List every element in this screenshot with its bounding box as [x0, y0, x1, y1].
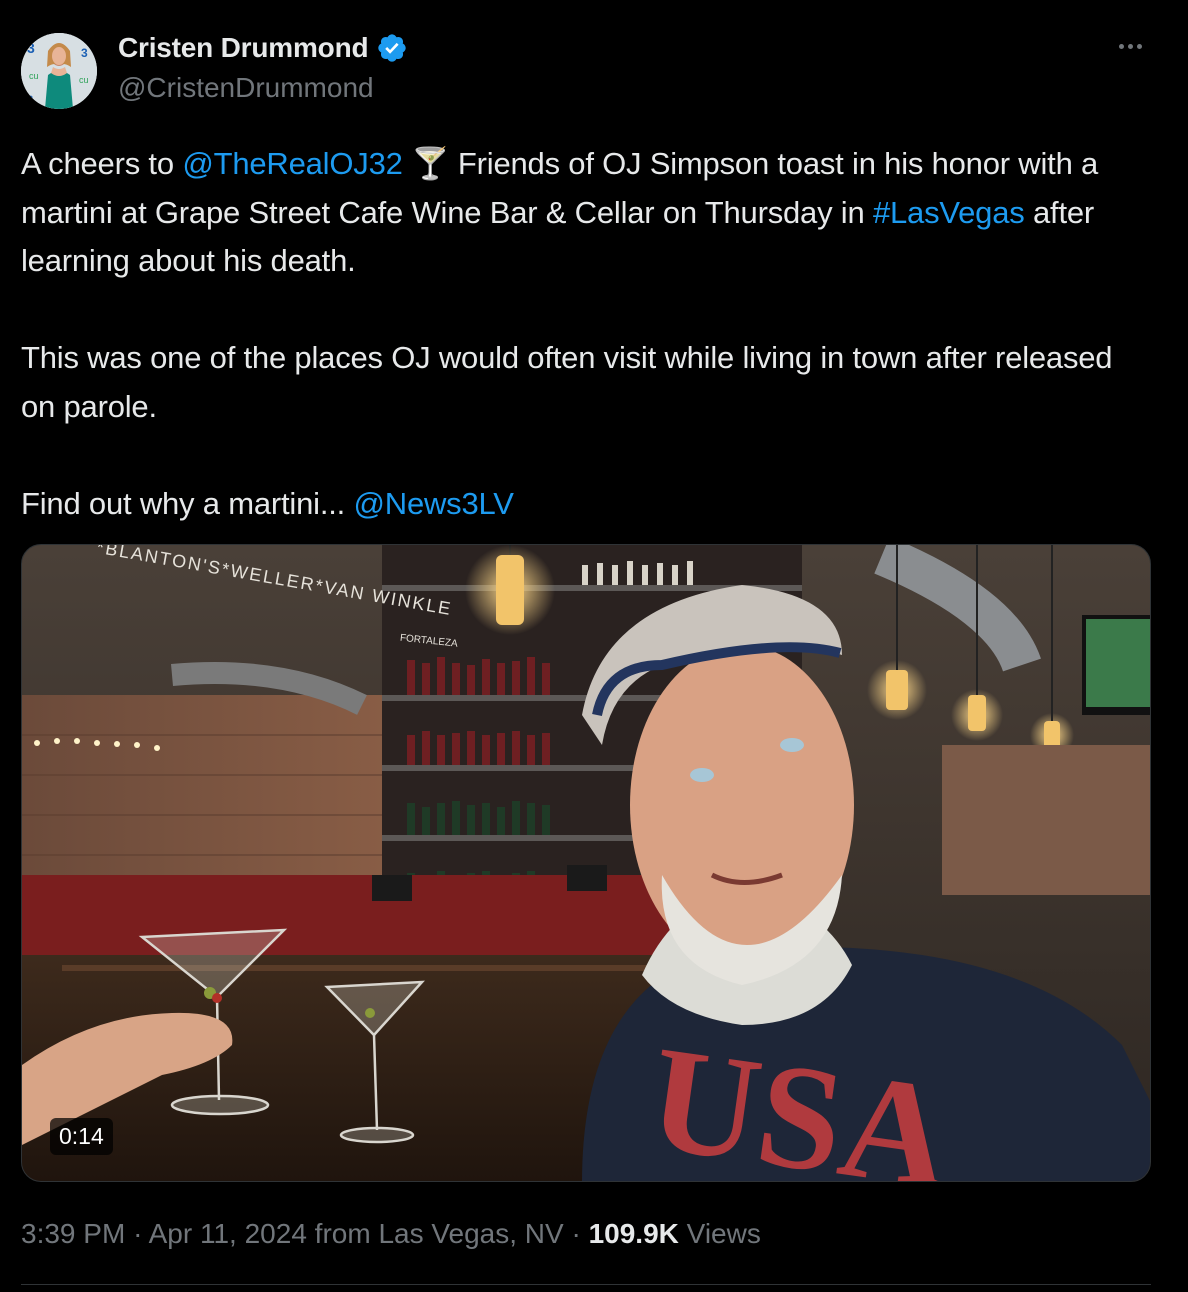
mention-link[interactable]: @News3LV — [354, 486, 514, 521]
svg-text:cu: cu — [79, 75, 89, 85]
verified-badge-icon[interactable] — [376, 32, 408, 64]
svg-text:cu: cu — [29, 71, 39, 81]
author-name-row[interactable]: Cristen Drummond — [118, 31, 408, 65]
author-display-name[interactable]: Cristen Drummond — [118, 32, 369, 64]
meta-separator: · — [571, 1218, 581, 1249]
tweet-paragraph-2: This was one of the places OJ would ofte… — [21, 340, 1113, 424]
tweet-meta: 3:39 PM · Apr 11, 2024 from Las Vegas, N… — [21, 1218, 761, 1250]
svg-text:3: 3 — [27, 94, 33, 106]
avatar[interactable]: 3 3 cu cu 3 — [21, 33, 97, 109]
post-location: from Las Vegas, NV — [314, 1218, 564, 1249]
tweet-text: A cheers to @TheRealOJ32 🍸 Friends of OJ… — [21, 140, 1151, 528]
svg-text:3: 3 — [27, 40, 35, 56]
meta-separator: · — [133, 1218, 143, 1249]
tweet-paragraph-1: A cheers to @TheRealOJ32 🍸 Friends of OJ… — [21, 140, 1151, 286]
tweet: 3 3 cu cu 3 Cristen Drummond @CristenDru… — [0, 0, 1188, 1292]
post-date[interactable]: Apr 11, 2024 — [149, 1218, 307, 1249]
mention-link[interactable]: @TheRealOJ32 — [182, 146, 403, 181]
more-dot-icon — [1118, 43, 1124, 49]
video-frame: *BLANTON'S*WELLER*VAN WINKLE FORTALEZA U… — [22, 545, 1150, 1181]
author-handle[interactable]: @CristenDrummond — [118, 72, 374, 104]
martini-emoji-icon: 🍸 — [411, 146, 450, 181]
video-duration-badge: 0:14 — [50, 1118, 113, 1155]
svg-text:3: 3 — [81, 46, 88, 60]
tweet-text-segment: A cheers to — [21, 146, 183, 181]
divider — [21, 1284, 1151, 1285]
more-dot-icon — [1127, 43, 1133, 49]
tweet-paragraph-3: Find out why a martini... @News3LV — [21, 480, 1151, 529]
views-label: Views — [686, 1218, 761, 1249]
post-time[interactable]: 3:39 PM — [21, 1218, 125, 1249]
more-options-button[interactable] — [1110, 34, 1150, 58]
tweet-text-segment: Find out why a martini... — [21, 485, 354, 521]
more-dot-icon — [1136, 43, 1142, 49]
views-count[interactable]: 109.9K — [589, 1218, 679, 1249]
video-player[interactable]: *BLANTON'S*WELLER*VAN WINKLE FORTALEZA U… — [21, 544, 1151, 1182]
hashtag-link[interactable]: #LasVegas — [873, 195, 1025, 230]
